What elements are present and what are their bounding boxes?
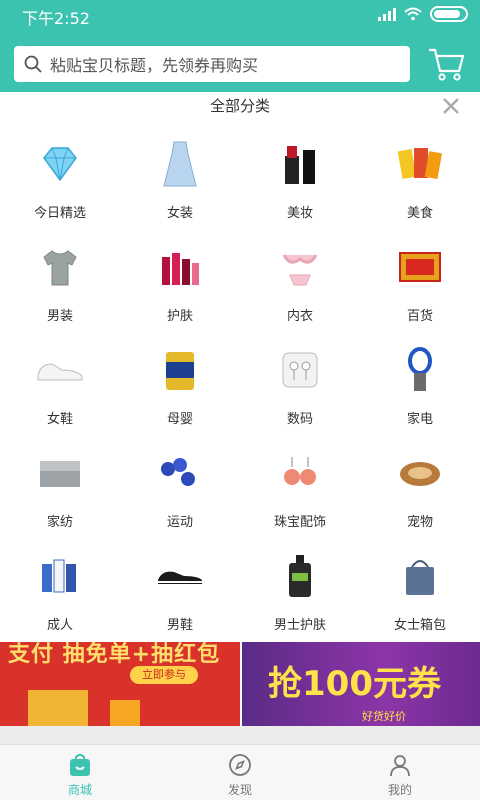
tab-mall[interactable]: 商城 bbox=[20, 749, 140, 799]
bedding-icon bbox=[36, 449, 84, 497]
category-label: 家纺 bbox=[46, 515, 73, 530]
category-label: 男士护肤 bbox=[273, 618, 326, 633]
banner-headline: 支付 抽免单+抽红包 bbox=[8, 642, 221, 667]
category-label: 今日精选 bbox=[33, 206, 86, 221]
category-item[interactable]: 运动 bbox=[120, 435, 240, 538]
category-label: 护肤 bbox=[166, 309, 193, 324]
sneaker-icon bbox=[36, 346, 84, 394]
category-label: 成人 bbox=[46, 618, 73, 633]
status-icons bbox=[378, 6, 468, 22]
divider bbox=[0, 726, 480, 744]
dress-icon bbox=[156, 140, 204, 188]
dumbbell-icon bbox=[156, 449, 204, 497]
search-icon bbox=[24, 55, 42, 73]
compass-icon bbox=[229, 754, 251, 776]
category-label: 珠宝配饰 bbox=[273, 515, 326, 530]
formula-can-icon bbox=[156, 346, 204, 394]
category-item[interactable]: 家电 bbox=[360, 332, 480, 435]
cart-icon[interactable] bbox=[426, 44, 466, 84]
category-item[interactable]: 内衣 bbox=[240, 229, 360, 332]
category-item[interactable]: 珠宝配饰 bbox=[240, 435, 360, 538]
category-item[interactable]: 家纺 bbox=[0, 435, 120, 538]
bottom-tab-bar: 商城 发现 我的 bbox=[0, 744, 480, 800]
category-label: 女装 bbox=[166, 206, 193, 221]
category-label: 运动 bbox=[166, 515, 193, 530]
search-input[interactable]: 粘贴宝贝标题，先领券再购买 bbox=[14, 46, 410, 82]
category-label: 宠物 bbox=[406, 515, 433, 530]
category-item[interactable]: 美妆 bbox=[240, 126, 360, 229]
pet-bed-icon bbox=[396, 449, 444, 497]
shopping-bag-icon bbox=[70, 754, 90, 776]
adult-products-icon bbox=[36, 552, 84, 600]
banner-headline: 抢100元券 bbox=[268, 664, 441, 704]
category-label: 女鞋 bbox=[46, 412, 73, 427]
category-label: 内衣 bbox=[286, 309, 313, 324]
category-item[interactable]: 母婴 bbox=[120, 332, 240, 435]
battery-icon bbox=[430, 6, 468, 22]
banner-subtext: 好货好价 bbox=[362, 710, 406, 723]
diamond-icon bbox=[36, 140, 84, 188]
category-item[interactable]: 男装 bbox=[0, 229, 120, 332]
lipstick-icon bbox=[276, 140, 324, 188]
panel-title: 全部分类 bbox=[209, 97, 270, 115]
status-time: 下午2:52 bbox=[22, 9, 90, 28]
category-item[interactable]: 宠物 bbox=[360, 435, 480, 538]
category-label: 男装 bbox=[46, 309, 73, 324]
gift-box-icon bbox=[28, 690, 88, 726]
tab-label: 发现 bbox=[227, 783, 252, 797]
category-label: 百货 bbox=[406, 309, 433, 324]
category-label: 女士箱包 bbox=[393, 618, 446, 633]
tab-discover[interactable]: 发现 bbox=[180, 749, 300, 799]
signal-icon bbox=[378, 7, 396, 21]
earring-icon bbox=[276, 449, 324, 497]
tab-label: 我的 bbox=[387, 783, 412, 797]
promo-banner-lottery[interactable]: 支付 抽免单+抽红包 立即参与 bbox=[0, 642, 240, 726]
category-item[interactable]: 今日精选 bbox=[0, 126, 120, 229]
category-item[interactable]: 女鞋 bbox=[0, 332, 120, 435]
category-item[interactable]: 护肤 bbox=[120, 229, 240, 332]
wifi-icon bbox=[404, 7, 422, 21]
category-item[interactable]: 男士护肤 bbox=[240, 538, 360, 641]
goods-icon bbox=[396, 243, 444, 291]
banner-cta-button[interactable]: 立即参与 bbox=[130, 666, 198, 684]
lingerie-icon bbox=[276, 243, 324, 291]
tshirt-icon bbox=[36, 243, 84, 291]
tab-label: 商城 bbox=[67, 783, 92, 797]
category-item[interactable]: 男鞋 bbox=[120, 538, 240, 641]
category-item[interactable]: 女装 bbox=[120, 126, 240, 229]
category-item[interactable]: 成人 bbox=[0, 538, 120, 641]
mens-shoe-icon bbox=[156, 552, 204, 600]
category-label: 美食 bbox=[406, 206, 433, 221]
bag-icon bbox=[396, 552, 444, 600]
status-bar: 下午2:52 bbox=[0, 0, 480, 30]
earphones-icon bbox=[276, 346, 324, 394]
fan-icon bbox=[396, 346, 444, 394]
snacks-icon bbox=[396, 140, 444, 188]
category-label: 美妆 bbox=[286, 206, 313, 221]
category-label: 家电 bbox=[406, 412, 433, 427]
category-label: 男鞋 bbox=[166, 618, 193, 633]
app-header: 下午2:52 粘贴宝贝标题，先领券再购买 bbox=[0, 0, 480, 92]
search-placeholder: 粘贴宝贝标题，先领券再购买 bbox=[50, 56, 259, 75]
tab-me[interactable]: 我的 bbox=[340, 749, 460, 799]
cleanser-icon bbox=[276, 552, 324, 600]
category-label: 母婴 bbox=[166, 412, 193, 427]
category-item[interactable]: 数码 bbox=[240, 332, 360, 435]
coupon-icon bbox=[110, 700, 140, 726]
skincare-icon bbox=[156, 243, 204, 291]
close-icon[interactable] bbox=[440, 95, 462, 117]
category-item[interactable]: 女士箱包 bbox=[360, 538, 480, 641]
promo-banner-coupon[interactable]: 抢100元券 好货好价 bbox=[242, 642, 480, 726]
category-label: 数码 bbox=[286, 412, 313, 427]
category-item[interactable]: 美食 bbox=[360, 126, 480, 229]
category-item[interactable]: 百货 bbox=[360, 229, 480, 332]
user-icon bbox=[390, 755, 410, 777]
